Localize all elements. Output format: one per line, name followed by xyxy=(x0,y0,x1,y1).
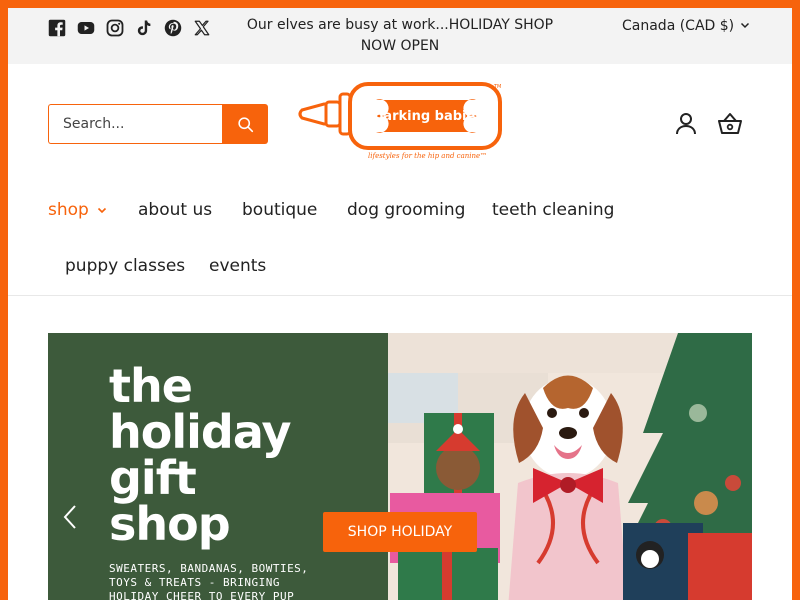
logo-name: barking babies xyxy=(374,109,484,124)
hero-title-line: gift xyxy=(109,451,197,505)
chevron-down-icon xyxy=(97,205,107,215)
search-button[interactable] xyxy=(222,104,268,144)
chevron-left-icon xyxy=(62,505,78,535)
account-icon[interactable] xyxy=(675,112,697,136)
hero-title-line: shop xyxy=(109,497,231,551)
nav-item-puppy-classes[interactable]: puppy classes xyxy=(65,256,185,276)
hero-text-panel: the holiday gift shop SWEATERS, BANDANAS… xyxy=(48,333,388,600)
announcement-bar: Our elves are busy at work...HOLIDAY SHO… xyxy=(8,8,792,64)
currency-label: Canada (CAD $) xyxy=(622,18,735,34)
holiday-dog-illustration xyxy=(388,333,752,600)
nav-item-shop[interactable]: shop xyxy=(48,200,107,220)
youtube-icon[interactable] xyxy=(76,18,95,37)
nav-item-teeth-cleaning[interactable]: teeth cleaning xyxy=(492,200,614,220)
shop-holiday-button[interactable]: SHOP HOLIDAY xyxy=(323,512,477,552)
nav-item-label: puppy classes xyxy=(65,256,186,276)
header-divider xyxy=(8,295,792,296)
nav-item-label: teeth cleaning xyxy=(492,200,615,220)
nav-item-label: dog grooming xyxy=(347,200,466,220)
cart-icon[interactable] xyxy=(717,112,743,136)
currency-selector[interactable]: Canada (CAD $) xyxy=(622,18,750,34)
hero-image xyxy=(388,333,752,600)
x-icon[interactable] xyxy=(192,18,211,37)
pinterest-icon[interactable] xyxy=(163,18,182,37)
nav-item-dog-grooming[interactable]: dog grooming xyxy=(347,200,465,220)
nav-item-about-us[interactable]: about us xyxy=(138,200,212,220)
instagram-icon[interactable] xyxy=(105,18,124,37)
svg-text:TM: TM xyxy=(493,84,501,90)
nav-item-events[interactable]: events xyxy=(209,256,266,276)
tiktok-icon[interactable] xyxy=(134,18,153,37)
hero-title-line: holiday xyxy=(109,405,291,459)
nav-item-label: about us xyxy=(138,200,213,220)
search-input[interactable] xyxy=(48,104,222,144)
nav-item-boutique[interactable]: boutique xyxy=(242,200,317,220)
nav-item-label: shop xyxy=(48,200,89,220)
facebook-icon[interactable] xyxy=(47,18,66,37)
hero-subtitle: SWEATERS, BANDANAS, BOWTIES, TOYS & TREA… xyxy=(109,562,309,600)
nav-item-label: events xyxy=(209,256,267,276)
page: Our elves are busy at work...HOLIDAY SHO… xyxy=(8,8,792,600)
hero-slideshow: the holiday gift shop SWEATERS, BANDANAS… xyxy=(48,333,752,600)
hero-title: the holiday gift shop xyxy=(109,359,291,551)
announcement-message: Our elves are busy at work...HOLIDAY SHO… xyxy=(246,17,554,54)
search-form xyxy=(48,104,268,144)
hero-title-line: the xyxy=(109,359,193,413)
search-icon xyxy=(237,116,254,133)
nav-item-label: boutique xyxy=(242,200,318,220)
carousel-prev-button[interactable] xyxy=(62,503,78,531)
social-links xyxy=(47,18,211,37)
logo-tagline: lifestyles for the hip and canine™ xyxy=(368,152,488,160)
chevron-down-icon xyxy=(740,18,750,34)
